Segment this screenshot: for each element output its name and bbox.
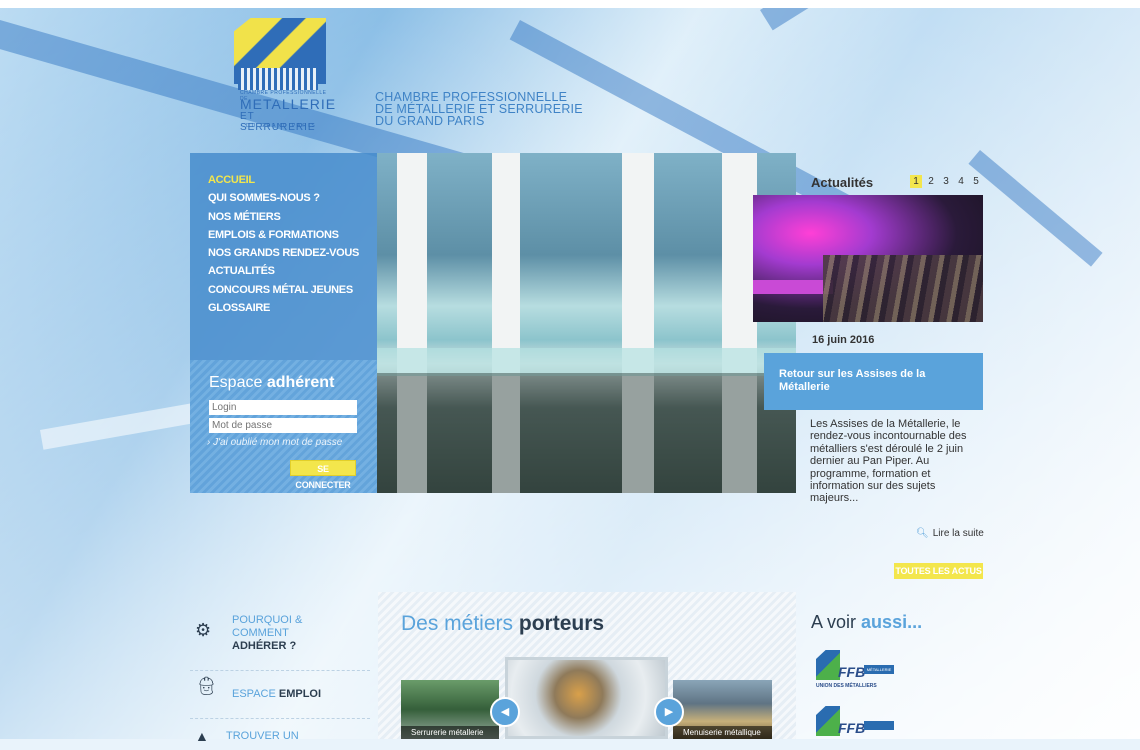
news-image-stage [753,280,833,294]
link-emploi-bold: EMPLOI [278,688,322,700]
link-adherer-line-1: POURQUOI & [232,614,303,626]
nav-item-nos-metiers[interactable]: NOS MÉTIERS [208,208,359,226]
ffb-sub: UNION DES MÉTALLIERS [816,683,877,689]
site-logo[interactable]: CHAMBRE PROFESSIONNELLE DE METALLERIE ET… [228,18,335,134]
read-more-link[interactable]: 🔍︎ Lire la suite [916,528,984,539]
hero-glass-canopy [377,348,796,376]
arrow-icon: ▲ [195,728,209,744]
member-title-bold: adhérent [266,374,335,391]
link-adherer[interactable]: ⚙ POURQUOI & COMMENT ADHÉRER ? [190,612,370,666]
brand-title: CHAMBRE PROFESSIONNELLE DE MÉTALLERIE ET… [375,91,583,128]
news-title[interactable]: Retour sur les Assises de la Métallerie [764,353,983,410]
see-also-bold: aussi... [861,612,923,632]
nav-item-qui-sommes-nous[interactable]: QUI SOMMES-NOUS ? [208,189,359,207]
ffb-tag: MÉTALLERIE [864,665,894,674]
password-input[interactable] [209,418,357,433]
metier-thumb-featured[interactable] [505,657,668,739]
news-date: 16 juin 2016 [812,334,875,346]
news-page-1[interactable]: 1 [910,175,922,188]
hero-lower-facade [377,373,796,493]
gears-icon: ⚙ [195,620,212,640]
see-also-title: A voir aussi... [811,612,922,633]
link-emploi-prefix: ESPACE [232,688,276,700]
link-espace-emploi[interactable]: 👷︎ ESPACE EMPLOI [190,676,370,712]
news-page-4[interactable]: 4 [955,175,967,188]
divider [190,718,370,719]
metiers-title-bold: porteurs [518,612,605,635]
read-more-label: Lire la suite [932,528,984,539]
member-title: Espace adhérent [209,374,334,392]
metier-caption: Menuiserie métallique [673,726,772,739]
news-pager: 1 2 3 4 5 [910,175,982,188]
ffb-tag [864,721,894,730]
connect-button[interactable]: SE CONNECTER [290,460,356,490]
nav-item-actualites[interactable]: ACTUALITÉS [208,262,359,280]
metiers-title: Des métiers porteurs [401,612,604,636]
all-news-button[interactable]: TOUTES LES ACTUS [894,563,983,579]
nav-item-glossaire[interactable]: GLOSSAIRE [208,299,359,317]
ffb-name: FFB [838,664,866,680]
metier-thumb-serrurerie[interactable]: Serrurerie métallerie [401,680,499,739]
forgot-password-link[interactable]: › J'ai oublié mon mot de passe [207,437,342,448]
news-image[interactable] [753,195,983,322]
news-image-crowd [823,255,983,322]
person-icon: 👷︎ [195,676,218,696]
news-page-2[interactable]: 2 [925,175,937,188]
nav-item-rendez-vous[interactable]: NOS GRANDS RENDEZ-VOUS [208,244,359,262]
nav-item-concours[interactable]: CONCOURS MÉTAL JEUNES [208,281,359,299]
member-title-prefix: Espace [209,374,263,391]
logo-grid [238,68,318,90]
news-page-3[interactable]: 3 [940,175,952,188]
link-adherer-line-3: ADHÉRER ? [232,640,297,652]
news-page-5[interactable]: 5 [970,175,982,188]
news-heading: Actualités [811,175,874,190]
main-nav: ACCUEIL QUI SOMMES-NOUS ? NOS MÉTIERS EM… [208,171,359,317]
hero-image [377,153,796,493]
ffb-second-logo[interactable]: FFB [816,706,896,750]
nav-item-accueil[interactable]: ACCUEIL [208,171,359,189]
link-trouver[interactable]: ▲ TROUVER UN [190,726,370,744]
metier-caption: Serrurerie métallerie [401,726,499,739]
link-adherer-line-2: COMMENT [232,627,289,639]
logo-line-4: DU GRAND PARIS [246,123,317,129]
carousel-prev-button[interactable]: ◀ [490,697,520,727]
link-trouver-label: TROUVER UN [226,730,299,742]
ffb-mark [816,706,840,736]
ffb-mark [816,650,840,680]
logo-line-3: ET SERRURERIE [240,111,316,133]
ffb-metallerie-logo[interactable]: FFB MÉTALLERIE UNION DES MÉTALLIERS [816,650,896,694]
news-body: Les Assises de la Métallerie, le rendez-… [810,418,967,505]
metiers-title-prefix: Des métiers [401,612,514,635]
nav-item-emplois-formations[interactable]: EMPLOIS & FORMATIONS [208,226,359,244]
magnifier-icon: 🔍︎ [916,528,929,539]
see-also-prefix: A voir [811,612,857,632]
carousel-next-button[interactable]: ▶ [654,697,684,727]
top-band [0,0,1140,8]
brand-line-3: DU GRAND PARIS [375,114,485,128]
divider [190,670,370,671]
login-input[interactable] [209,400,357,415]
logo-line-2: METALLERIE [240,96,337,112]
ffb-name: FFB [838,720,866,736]
metier-thumb-menuiserie[interactable]: Menuiserie métallique [673,680,772,739]
